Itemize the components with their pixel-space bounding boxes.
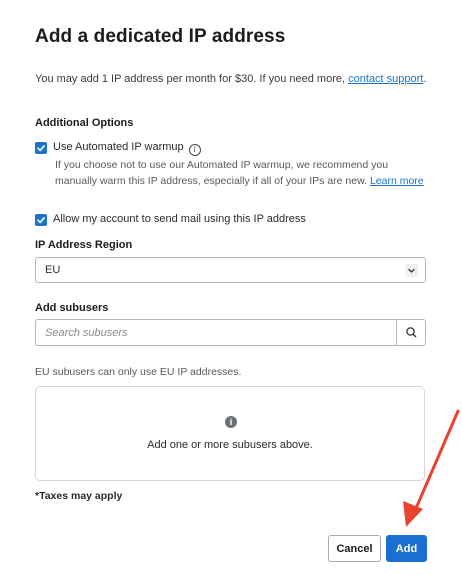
warmup-checkbox[interactable] xyxy=(35,142,47,154)
warmup-help-text: If you choose not to use our Automated I… xyxy=(55,157,427,189)
tax-note: *Taxes may apply xyxy=(35,490,123,502)
check-icon xyxy=(37,145,45,152)
info-icon[interactable]: i xyxy=(188,144,201,156)
chevron-down-icon xyxy=(405,264,418,277)
search-icon xyxy=(406,327,417,338)
subusers-search-input[interactable] xyxy=(36,320,396,345)
eu-subusers-note: EU subusers can only use EU IP addresses… xyxy=(35,366,242,378)
learn-more-link[interactable]: Learn more xyxy=(370,175,424,187)
subusers-label: Add subusers xyxy=(35,302,109,314)
add-dedicated-ip-dialog: Add a dedicated IP address You may add 1… xyxy=(0,0,462,578)
warmup-help-body: If you choose not to use our Automated I… xyxy=(55,159,389,187)
allow-mail-checkbox[interactable] xyxy=(35,214,47,226)
empty-state-message: Add one or more subusers above. xyxy=(147,439,313,451)
subusers-search xyxy=(35,319,426,346)
annotation-arrow xyxy=(403,409,460,527)
intro-text-end: . xyxy=(423,73,427,85)
additional-options-heading: Additional Options xyxy=(35,117,134,129)
intro-text-body: You may add 1 IP address per month for $… xyxy=(35,73,349,85)
check-icon xyxy=(37,217,45,224)
intro-text: You may add 1 IP address per month for $… xyxy=(35,73,426,85)
cancel-button[interactable]: Cancel xyxy=(328,535,381,562)
add-button[interactable]: Add xyxy=(386,535,427,562)
allow-mail-label: Allow my account to send mail using this… xyxy=(53,213,306,225)
warmup-option: Use Automated IP warmup i xyxy=(53,141,201,156)
region-selected-value: EU xyxy=(45,264,61,276)
region-label: IP Address Region xyxy=(35,239,133,251)
dialog-title: Add a dedicated IP address xyxy=(35,26,286,47)
region-select[interactable]: EU xyxy=(35,257,426,283)
search-button[interactable] xyxy=(396,320,425,345)
subusers-empty-state: i Add one or more subusers above. xyxy=(35,386,425,481)
info-icon: i xyxy=(225,416,237,428)
warmup-label: Use Automated IP warmup xyxy=(53,141,184,153)
contact-support-link[interactable]: contact support xyxy=(348,73,423,85)
